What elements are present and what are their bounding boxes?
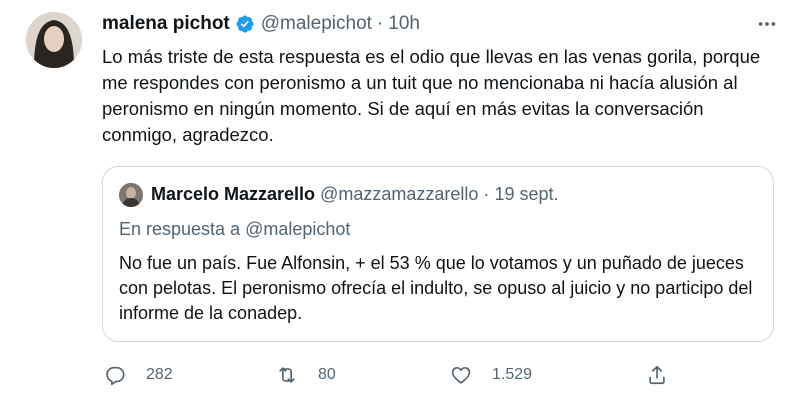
like-button[interactable]: 1.529 [450, 362, 532, 388]
quote-header: Marcelo Mazzarello @mazzamazzarello · 19… [151, 182, 558, 206]
profile-photo [26, 12, 82, 68]
retweet-button[interactable]: 80 [276, 362, 336, 388]
retweet-count: 80 [318, 366, 336, 383]
like-icon [451, 367, 471, 384]
author-handle[interactable]: @malepichot [261, 13, 372, 35]
quote-author-name: Marcelo Mazzarello [151, 184, 316, 204]
quote-reply-context: En respuesta a @malepichot [119, 219, 351, 239]
action-bar: 282 80 1.529 [104, 362, 665, 388]
quote-text: No fue un país. Fue Alfonsin, + el 53 % … [119, 253, 753, 323]
author-name[interactable]: malena pichot [102, 13, 230, 35]
reply-icon [106, 366, 125, 386]
share-icon [649, 365, 665, 385]
avatar[interactable] [26, 12, 82, 68]
reply-button[interactable]: 282 [104, 362, 173, 388]
quote-separator: · [483, 184, 490, 204]
quoted-tweet[interactable]: Marcelo Mazzarello @mazzamazzarello · 19… [102, 166, 774, 342]
separator-dot: · [376, 13, 384, 34]
tweet-header: malena pichot @malepichot · 10h [102, 11, 420, 37]
reply-count: 282 [146, 366, 173, 383]
share-button[interactable] [646, 362, 668, 388]
verified-badge-icon [235, 14, 255, 34]
more-horizontal-icon[interactable] [754, 13, 780, 35]
tweet-time[interactable]: 10h [388, 13, 420, 35]
tweet-text: Lo más triste de esta respuesta es el od… [102, 46, 761, 145]
retweet-icon [279, 367, 295, 383]
like-count: 1.529 [492, 366, 533, 383]
quote-avatar [119, 183, 143, 207]
quote-handle: @mazzamazzarello [320, 184, 479, 204]
quote-date: 19 sept. [494, 184, 559, 204]
